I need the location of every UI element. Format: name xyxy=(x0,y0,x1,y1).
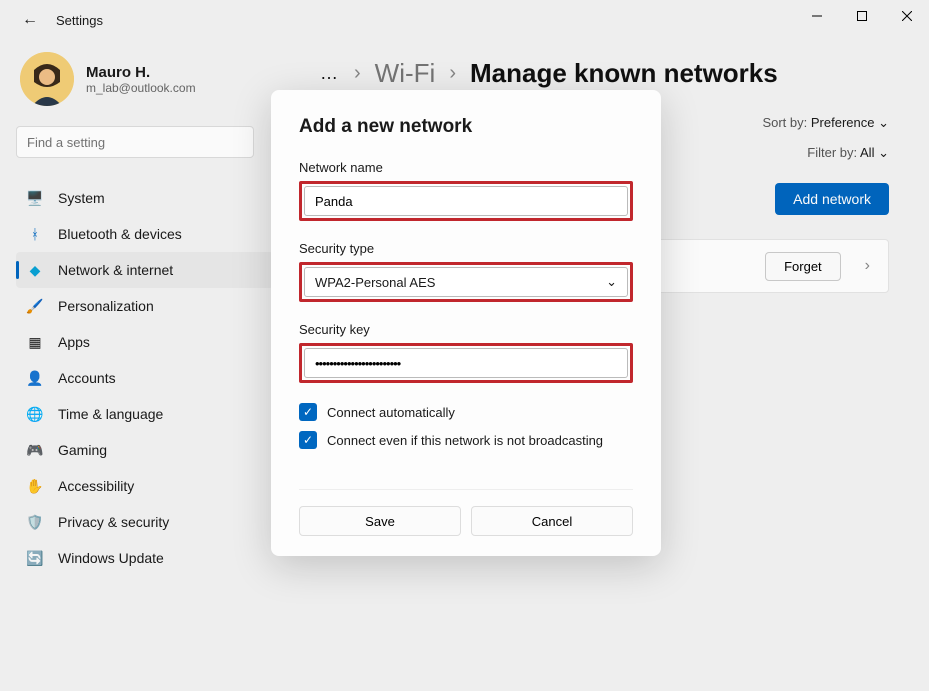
security-type-select[interactable]: WPA2-Personal AES ⌄ xyxy=(304,267,628,297)
connect-hidden-row[interactable]: ✓ Connect even if this network is not br… xyxy=(299,431,633,449)
dialog-title: Add a new network xyxy=(299,116,633,138)
security-type-value: WPA2-Personal AES xyxy=(315,275,435,290)
save-button[interactable]: Save xyxy=(299,506,461,536)
highlight-box xyxy=(299,181,633,221)
cancel-button[interactable]: Cancel xyxy=(471,506,633,536)
chevron-down-icon: ⌄ xyxy=(606,274,617,290)
connect-hidden-label: Connect even if this network is not broa… xyxy=(327,433,603,448)
dialog-footer: Save Cancel xyxy=(299,489,633,536)
add-network-dialog: Add a new network Network name Security … xyxy=(271,90,661,556)
network-name-input[interactable] xyxy=(304,186,628,216)
security-key-input[interactable] xyxy=(304,348,628,378)
highlight-box xyxy=(299,343,633,383)
security-key-label: Security key xyxy=(299,322,633,337)
network-name-label: Network name xyxy=(299,160,633,175)
connect-auto-label: Connect automatically xyxy=(327,405,455,420)
checkbox-checked-icon[interactable]: ✓ xyxy=(299,431,317,449)
checkbox-checked-icon[interactable]: ✓ xyxy=(299,403,317,421)
highlight-box: WPA2-Personal AES ⌄ xyxy=(299,262,633,302)
security-type-label: Security type xyxy=(299,241,633,256)
connect-auto-row[interactable]: ✓ Connect automatically xyxy=(299,403,633,421)
